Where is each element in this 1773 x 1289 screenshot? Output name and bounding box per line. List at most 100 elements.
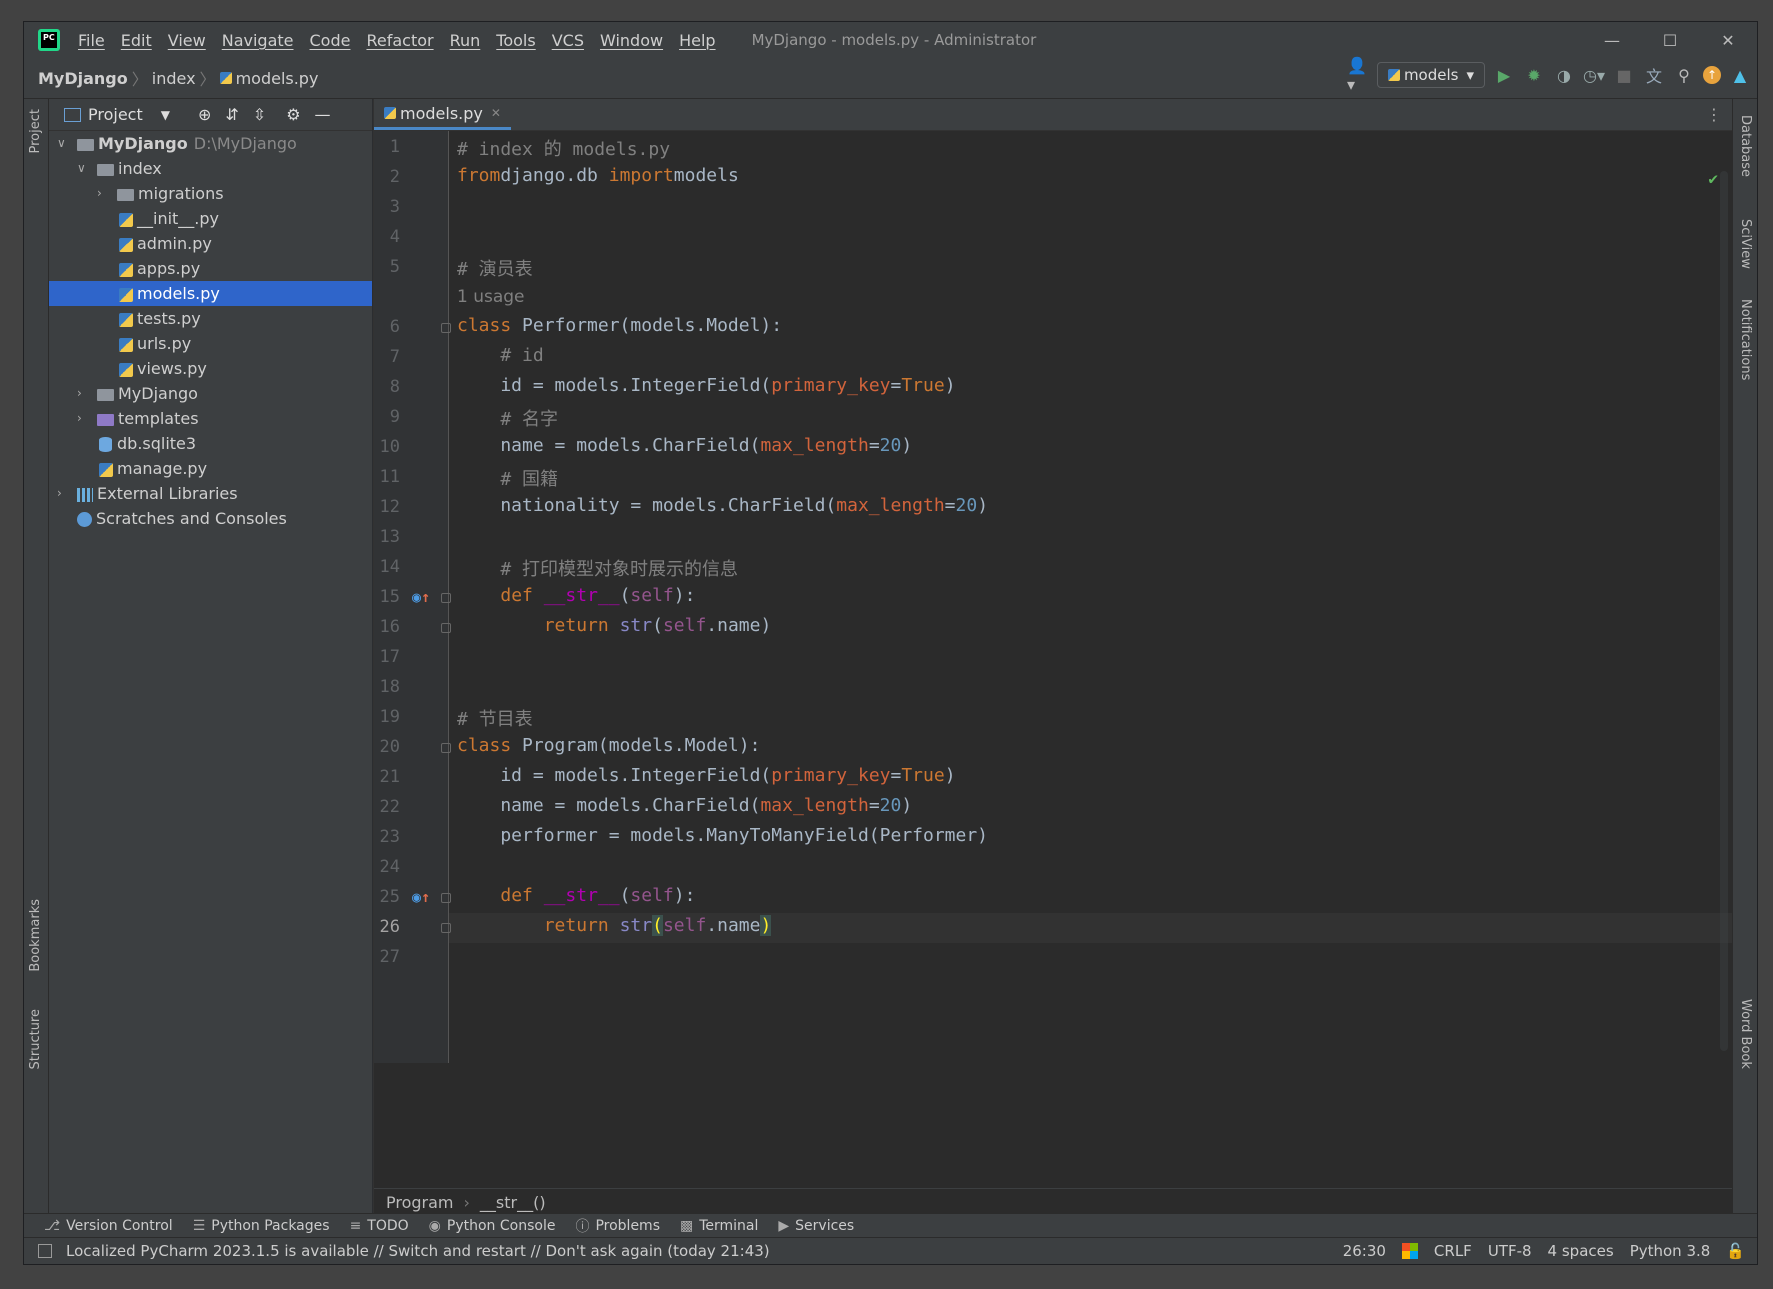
override-method-icon[interactable]: ◉↑ <box>412 588 430 606</box>
code-line[interactable]: # 节目表 <box>457 705 533 731</box>
python-interpreter[interactable]: Python 3.8 <box>1630 1242 1711 1260</box>
menu-file[interactable]: File <box>78 31 105 50</box>
code-line[interactable]: # 打印模型对象时展示的信息 <box>457 555 738 581</box>
line-number[interactable]: 3 <box>374 197 400 217</box>
chevron-right-icon[interactable]: › <box>97 181 102 206</box>
code-line[interactable]: name = models.CharField(max_length=20) <box>457 435 912 456</box>
tree-item-index[interactable]: ∨ index <box>49 156 372 181</box>
line-number[interactable]: 1 <box>374 137 400 157</box>
status-message[interactable]: Localized PyCharm 2023.1.5 is available … <box>66 1242 770 1260</box>
line-number[interactable]: 10 <box>374 437 400 457</box>
tree-item-templates[interactable]: › templates <box>49 406 372 431</box>
locate-icon[interactable]: ⊕ <box>198 105 211 124</box>
menu-navigate[interactable]: Navigate <box>222 31 294 50</box>
todo-button[interactable]: ≡ TODO <box>350 1218 409 1234</box>
line-number[interactable]: 5 <box>374 257 400 277</box>
code-editor[interactable]: 1 usage ✔ 1 # index 的 models.py 2 fromdjang… <box>374 131 1732 1063</box>
tree-item-db[interactable]: db.sqlite3 <box>49 431 372 456</box>
line-number[interactable]: 9 <box>374 407 400 427</box>
file-encoding[interactable]: UTF-8 <box>1488 1242 1532 1260</box>
line-number[interactable]: 20 <box>374 737 400 757</box>
tree-item-models[interactable]: models.py <box>49 281 372 306</box>
code-breadcrumb-method[interactable]: __str__() <box>480 1193 546 1212</box>
tree-item-views[interactable]: views.py <box>49 356 372 381</box>
fold-marker-icon[interactable] <box>441 323 451 333</box>
maximize-button[interactable]: ☐ <box>1641 22 1699 58</box>
menu-window[interactable]: Window <box>600 31 663 50</box>
line-number[interactable]: 16 <box>374 617 400 637</box>
fold-marker-icon[interactable] <box>441 623 451 633</box>
line-number[interactable]: 7 <box>374 347 400 367</box>
code-breadcrumb-class[interactable]: Program <box>386 1193 454 1212</box>
tree-item-tests[interactable]: tests.py <box>49 306 372 331</box>
menu-tools[interactable]: Tools <box>496 31 535 50</box>
code-line[interactable]: def __str__(self): <box>457 585 695 606</box>
close-button[interactable]: ✕ <box>1699 22 1757 58</box>
bookmarks-tool-button[interactable]: Bookmarks <box>28 899 43 972</box>
breadcrumb-project[interactable]: MyDjango <box>38 69 128 88</box>
stop-icon[interactable]: ■ <box>1613 64 1635 86</box>
line-number[interactable]: 19 <box>374 707 400 727</box>
line-number[interactable]: 13 <box>374 527 400 547</box>
usage-hint[interactable]: 1 usage <box>457 287 525 307</box>
version-control-button[interactable]: ⎇ Version Control <box>44 1218 173 1234</box>
code-line[interactable]: class Performer(models.Model): <box>457 315 782 336</box>
chevron-down-icon[interactable]: ▼ <box>161 108 170 122</box>
line-number[interactable]: 24 <box>374 857 400 877</box>
lock-icon[interactable]: 🔓 <box>1726 1242 1745 1260</box>
line-number[interactable]: 18 <box>374 677 400 697</box>
menu-edit[interactable]: Edit <box>121 31 152 50</box>
code-line[interactable]: return str(self.name) <box>457 615 772 636</box>
code-line[interactable]: id = models.IntegerField(primary_key=Tru… <box>457 375 955 396</box>
project-panel-title[interactable]: Project <box>88 105 143 124</box>
line-separator[interactable]: CRLF <box>1434 1242 1472 1260</box>
code-line[interactable]: # 演员表 <box>457 255 533 281</box>
menu-view[interactable]: View <box>168 31 206 50</box>
tree-item-admin[interactable]: admin.py <box>49 231 372 256</box>
more-tabs-icon[interactable]: ⋮ <box>1706 105 1722 124</box>
code-line[interactable]: performer = models.ManyToManyField(Perfo… <box>457 825 988 846</box>
terminal-button[interactable]: ▩ Terminal <box>680 1218 758 1234</box>
line-number[interactable]: 25 <box>374 887 400 907</box>
tree-item-mydjango[interactable]: › MyDjango <box>49 381 372 406</box>
chevron-down-icon[interactable]: ∨ <box>57 131 66 156</box>
services-button[interactable]: ▶ Services <box>778 1218 854 1234</box>
fold-marker-icon[interactable] <box>441 893 451 903</box>
line-number[interactable]: 21 <box>374 767 400 787</box>
hide-icon[interactable]: — <box>315 105 331 124</box>
fold-marker-icon[interactable] <box>441 743 451 753</box>
editor-scrollbar[interactable] <box>1720 171 1728 1051</box>
tree-item-manage[interactable]: manage.py <box>49 456 372 481</box>
menu-refactor[interactable]: Refactor <box>366 31 433 50</box>
run-config-select[interactable]: models ▾ <box>1376 62 1485 88</box>
code-line[interactable]: class Program(models.Model): <box>457 735 760 756</box>
tree-item-migrations[interactable]: › migrations <box>49 181 372 206</box>
profile-icon[interactable]: ◷▾ <box>1583 64 1605 86</box>
tree-item-init[interactable]: __init__.py <box>49 206 372 231</box>
tree-item-urls[interactable]: urls.py <box>49 331 372 356</box>
code-line[interactable]: return str(self.name) <box>457 915 772 936</box>
chevron-right-icon[interactable]: › <box>77 381 82 406</box>
code-line[interactable]: fromdjango.db importmodels <box>457 165 739 186</box>
gear-icon[interactable]: ⚙ <box>286 105 300 124</box>
database-tool-button[interactable]: Database <box>1738 115 1753 177</box>
line-number[interactable]: 11 <box>374 467 400 487</box>
translate-icon[interactable]: 文 <box>1643 64 1665 86</box>
override-method-icon[interactable]: ◉↑ <box>412 888 430 906</box>
chevron-right-icon[interactable]: › <box>57 481 62 506</box>
user-icon[interactable]: 👤▾ <box>1347 56 1369 94</box>
problems-button[interactable]: ⓘ Problems <box>575 1216 660 1236</box>
line-number[interactable]: 8 <box>374 377 400 397</box>
search-icon[interactable]: ⚲ <box>1673 64 1695 86</box>
notifications-tool-button[interactable]: Notifications <box>1738 299 1753 380</box>
wordbook-tool-button[interactable]: Word Book <box>1738 999 1753 1069</box>
line-number[interactable]: 15 <box>374 587 400 607</box>
line-number[interactable]: 22 <box>374 797 400 817</box>
line-number[interactable]: 6 <box>374 317 400 337</box>
tree-item-root[interactable]: ∨ MyDjango D:\MyDjango <box>49 131 372 156</box>
minimize-button[interactable]: — <box>1583 22 1641 58</box>
tree-item-scratches[interactable]: Scratches and Consoles <box>49 506 372 531</box>
sciview-tool-button[interactable]: SciView <box>1738 219 1753 269</box>
plugin-icon[interactable]: ▲ <box>1729 64 1751 86</box>
run-icon[interactable]: ▶ <box>1493 64 1515 86</box>
